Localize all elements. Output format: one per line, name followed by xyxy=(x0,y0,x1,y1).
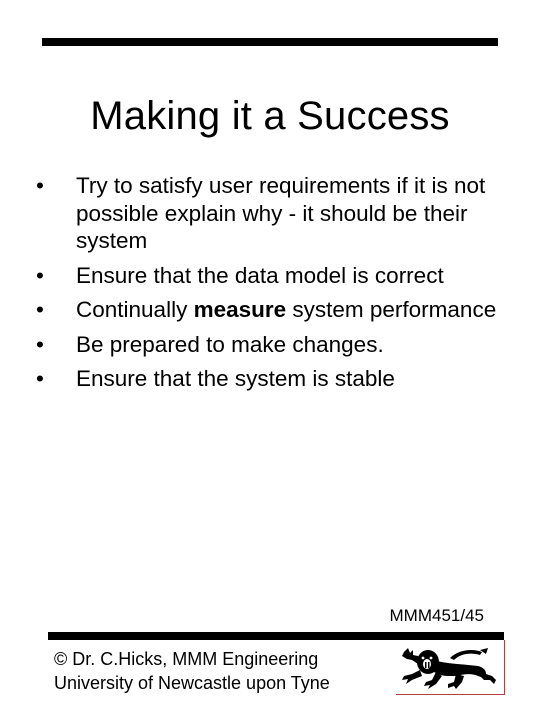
bullet-text: Ensure that the data model is correct xyxy=(76,262,444,288)
bullet-text: Continually xyxy=(76,297,194,322)
bullet-text: Try to satisfy user requirements if it i… xyxy=(76,173,486,253)
footer-line-1: © Dr. C.Hicks, MMM Engineering xyxy=(54,649,319,669)
bullet-icon: • xyxy=(36,366,44,391)
footer-line-2: University of Newcastle upon Tyne xyxy=(54,673,330,693)
bullet-list: • Try to satisfy user requirements if it… xyxy=(30,172,500,400)
bullet-item: • Be prepared to make changes. xyxy=(30,331,500,359)
footer-credit: © Dr. C.Hicks, MMM Engineering Universit… xyxy=(54,647,330,695)
slide-title: Making it a Success xyxy=(90,94,450,138)
bullet-icon: • xyxy=(36,262,44,288)
bullet-text: Be prepared to make changes. xyxy=(76,331,384,357)
bullet-icon: • xyxy=(36,173,44,198)
bullet-item: • Continually measure system performance xyxy=(30,296,500,324)
top-rule xyxy=(42,38,498,46)
lion-passant-icon xyxy=(402,648,496,689)
bullet-icon: • xyxy=(36,297,44,322)
bullet-item: • Ensure that the data model is correct xyxy=(30,262,500,290)
bottom-rule xyxy=(48,632,504,640)
bullet-text: system performance xyxy=(286,297,497,322)
slide-number: MMM451/45 xyxy=(389,606,484,625)
university-logo xyxy=(396,640,505,695)
bullet-icon: • xyxy=(36,331,44,357)
bullet-item: • Ensure that the system is stable xyxy=(30,365,500,393)
bullet-text-bold: measure xyxy=(193,297,287,322)
bullet-text: Ensure that the system is stable xyxy=(76,366,395,391)
bullet-item: • Try to satisfy user requirements if it… xyxy=(30,172,500,255)
